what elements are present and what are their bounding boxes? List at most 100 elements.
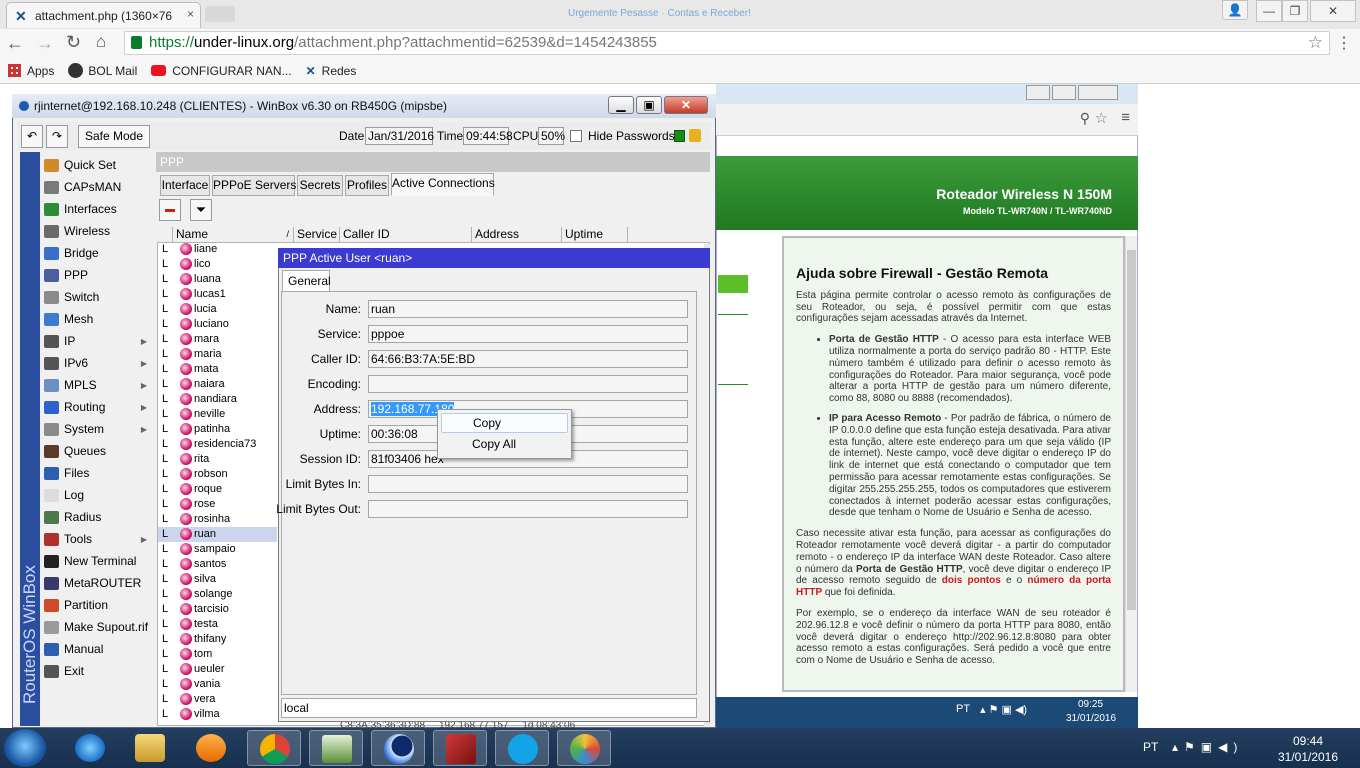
menu-item-manual[interactable]: Manual	[44, 638, 155, 660]
table-row[interactable]: Lroque	[158, 482, 277, 497]
taskbar-skype[interactable]	[495, 730, 549, 766]
remove-button[interactable]	[159, 199, 181, 221]
table-row[interactable]: Lluciano	[158, 317, 277, 332]
column-address[interactable]: Address	[472, 227, 562, 243]
filter-button[interactable]: ⏷	[190, 199, 212, 221]
safe-mode-button[interactable]: Safe Mode	[78, 125, 150, 148]
media-player-icon[interactable]	[196, 734, 226, 762]
router-scrollbar[interactable]	[1125, 236, 1137, 692]
menu-item-make-supout-rif[interactable]: Make Supout.rif	[44, 616, 155, 638]
table-row[interactable]: Lliane	[158, 242, 277, 257]
field-limit-bytes-out[interactable]	[368, 500, 688, 518]
tab-pppoe-servers[interactable]: PPPoE Servers	[212, 175, 296, 196]
router-star-icon[interactable]: ☆	[1095, 109, 1108, 127]
menu-item-system[interactable]: System ▶	[44, 418, 155, 440]
table-row[interactable]: Llucas1	[158, 287, 277, 302]
table-row[interactable]: Lruan	[158, 527, 277, 542]
taskbar-paint[interactable]	[557, 730, 611, 766]
column-flag[interactable]	[157, 227, 173, 243]
router-min-button[interactable]	[1026, 85, 1050, 100]
redo-button[interactable]: ↷	[46, 125, 68, 148]
table-row[interactable]: Lrobson	[158, 467, 277, 482]
table-row[interactable]: Lueuler	[158, 662, 277, 677]
table-row[interactable]: Llico	[158, 257, 277, 272]
menu-item-log[interactable]: Log	[44, 484, 155, 506]
menu-item-files[interactable]: Files	[44, 462, 155, 484]
taskbar-app-chart[interactable]	[309, 730, 363, 766]
winbox-close-button[interactable]: ✕	[664, 96, 708, 114]
table-row[interactable]: Ltesta	[158, 617, 277, 632]
forward-icon[interactable]: →	[36, 33, 54, 54]
table-row[interactable]: Lnandiara	[158, 392, 277, 407]
menu-item-metarouter[interactable]: MetaROUTER	[44, 572, 155, 594]
menu-item-routing[interactable]: Routing ▶	[44, 396, 155, 418]
tab-interface[interactable]: Interface	[160, 175, 210, 196]
column-uptime[interactable]: Uptime	[562, 227, 628, 243]
menu-item-quick-set[interactable]: Quick Set	[44, 154, 155, 176]
table-row[interactable]: Ltarcisio	[158, 602, 277, 617]
copy-all-menu-item[interactable]: Copy All	[441, 435, 568, 455]
bookmark-apps[interactable]: Apps	[8, 64, 54, 78]
table-row[interactable]: Lsantos	[158, 557, 277, 572]
router-nav-highlight[interactable]	[718, 275, 748, 293]
menu-item-exit[interactable]: Exit	[44, 660, 155, 682]
table-row[interactable]: Lresidencia73	[158, 437, 277, 452]
table-row[interactable]: Llucia	[158, 302, 277, 317]
start-button[interactable]	[4, 729, 46, 767]
table-row[interactable]: Lthifany	[158, 632, 277, 647]
table-row[interactable]: Lneville	[158, 407, 277, 422]
file-explorer-icon[interactable]	[135, 734, 165, 762]
close-button[interactable]: ✕	[1310, 0, 1356, 22]
menu-item-tools[interactable]: Tools ▶	[44, 528, 155, 550]
internet-explorer-icon[interactable]	[75, 734, 105, 762]
minimize-button[interactable]: —	[1256, 0, 1282, 22]
taskbar-clock[interactable]: 09:44 31/01/2016	[1268, 733, 1348, 765]
table-row[interactable]: Lsolange	[158, 587, 277, 602]
menu-icon[interactable]: ⋮	[1336, 33, 1352, 53]
tab-general[interactable]: General	[282, 270, 331, 292]
tab-secrets[interactable]: Secrets	[297, 175, 343, 196]
new-tab-button[interactable]	[205, 6, 235, 22]
menu-item-new-terminal[interactable]: New Terminal	[44, 550, 155, 572]
table-row[interactable]: Lsilva	[158, 572, 277, 587]
table-row[interactable]: Lluana	[158, 272, 277, 287]
profile-button[interactable]: 👤	[1222, 0, 1248, 20]
bookmark-bol-mail[interactable]: BOL Mail	[68, 63, 137, 78]
bookmark-redes[interactable]: ✕ Redes	[306, 64, 357, 78]
column-caller-id[interactable]: Caller ID	[340, 227, 472, 243]
table-row[interactable]: Lmara	[158, 332, 277, 347]
menu-item-mesh[interactable]: Mesh	[44, 308, 155, 330]
winbox-minimize-button[interactable]: ▁	[608, 96, 634, 114]
taskbar-lang[interactable]: PT	[1143, 740, 1158, 754]
reload-icon[interactable]: ↻	[66, 32, 81, 53]
undo-button[interactable]: ↶	[21, 125, 43, 148]
menu-item-switch[interactable]: Switch	[44, 286, 155, 308]
table-row[interactable]: Lrita	[158, 452, 277, 467]
table-row[interactable]: Ltom	[158, 647, 277, 662]
field-caller-id[interactable]: 64:66:B3:7A:5E:BD	[368, 350, 688, 368]
table-row[interactable]: Lvera	[158, 692, 277, 707]
tab-profiles[interactable]: Profiles	[345, 175, 389, 196]
table-row[interactable]: Lnaiara	[158, 377, 277, 392]
tray-icons[interactable]: ▴⚑▣◀)	[1172, 740, 1243, 754]
menu-item-radius[interactable]: Radius	[44, 506, 155, 528]
tab-active-connections[interactable]: Active Connections	[391, 173, 495, 196]
browser-tab[interactable]: ✕ attachment.php (1360×76 ×	[6, 2, 201, 28]
hide-passwords-checkbox[interactable]	[570, 130, 582, 142]
column-name[interactable]: Name /	[173, 227, 294, 243]
table-row[interactable]: Lmaria	[158, 347, 277, 362]
menu-item-ppp[interactable]: PPP	[44, 264, 155, 286]
table-row[interactable]: Lrosinha	[158, 512, 277, 527]
table-row[interactable]: Lmata	[158, 362, 277, 377]
router-restore-button[interactable]	[1052, 85, 1076, 100]
router-key-icon[interactable]: ⚲	[1080, 110, 1090, 127]
restore-button[interactable]: ❐	[1282, 0, 1308, 22]
field-name[interactable]: ruan	[368, 300, 688, 318]
menu-item-queues[interactable]: Queues	[44, 440, 155, 462]
menu-item-capsman[interactable]: CAPsMAN	[44, 176, 155, 198]
column-service[interactable]: Service	[294, 227, 340, 243]
menu-item-interfaces[interactable]: Interfaces	[44, 198, 155, 220]
copy-menu-item[interactable]: Copy	[441, 413, 568, 433]
bookmark-configurar[interactable]: CONFIGURAR NAN...	[151, 64, 292, 78]
tab-close-icon[interactable]: ×	[187, 7, 194, 21]
